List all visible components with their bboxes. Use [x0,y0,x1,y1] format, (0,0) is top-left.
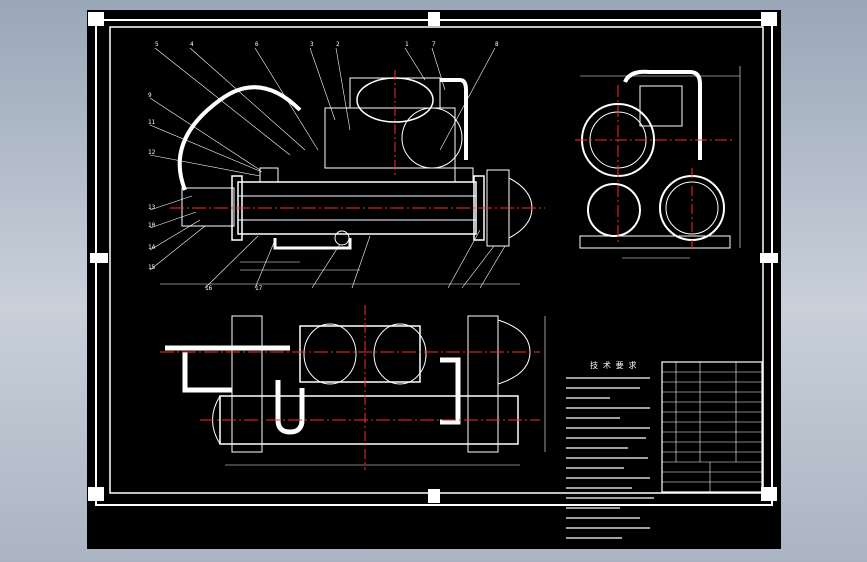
drawing-canvas: 技 术 要 求 5 4 6 3 2 1 7 8911121310141516 1… [88,12,778,539]
center-mark-bottom [428,489,440,503]
corner-mark-tr [761,12,777,26]
balloon-label: 8 [495,41,499,48]
balloon-label: 11 [148,119,156,126]
notes-heading: 技 术 要 求 [590,360,636,370]
balloon-label: 4 [190,41,194,48]
technical-notes: 技 术 要 求 [566,360,654,539]
balloon-label: 17 [255,285,263,292]
corner-mark-bl [88,487,104,501]
corner-mark-br [761,487,777,501]
balloon-label: 13 [148,204,156,211]
balloon-label: 12 [148,149,156,156]
notes-text-lines [566,377,654,539]
balloon-label: 15 [148,264,156,271]
balloon-label: 7 [432,41,436,48]
balloon-label: 6 [255,41,259,48]
inner-frame [109,26,764,494]
balloon-label: 10 [148,222,156,229]
title-block [661,361,763,493]
balloon-label: 2 [336,41,340,48]
corner-mark-tl [88,12,104,26]
center-mark-left [90,253,108,263]
front-view [149,47,545,289]
balloon-label: 9 [148,92,152,99]
center-mark-top [428,12,440,26]
balloon-label: 16 [205,285,213,292]
center-mark-right [760,253,778,263]
balloon-label: 14 [148,244,156,251]
balloon-label: 5 [155,41,159,48]
balloon-label: 1 [405,41,409,48]
balloon-label: 3 [310,41,314,48]
side-view [575,66,741,259]
top-view [160,305,546,470]
